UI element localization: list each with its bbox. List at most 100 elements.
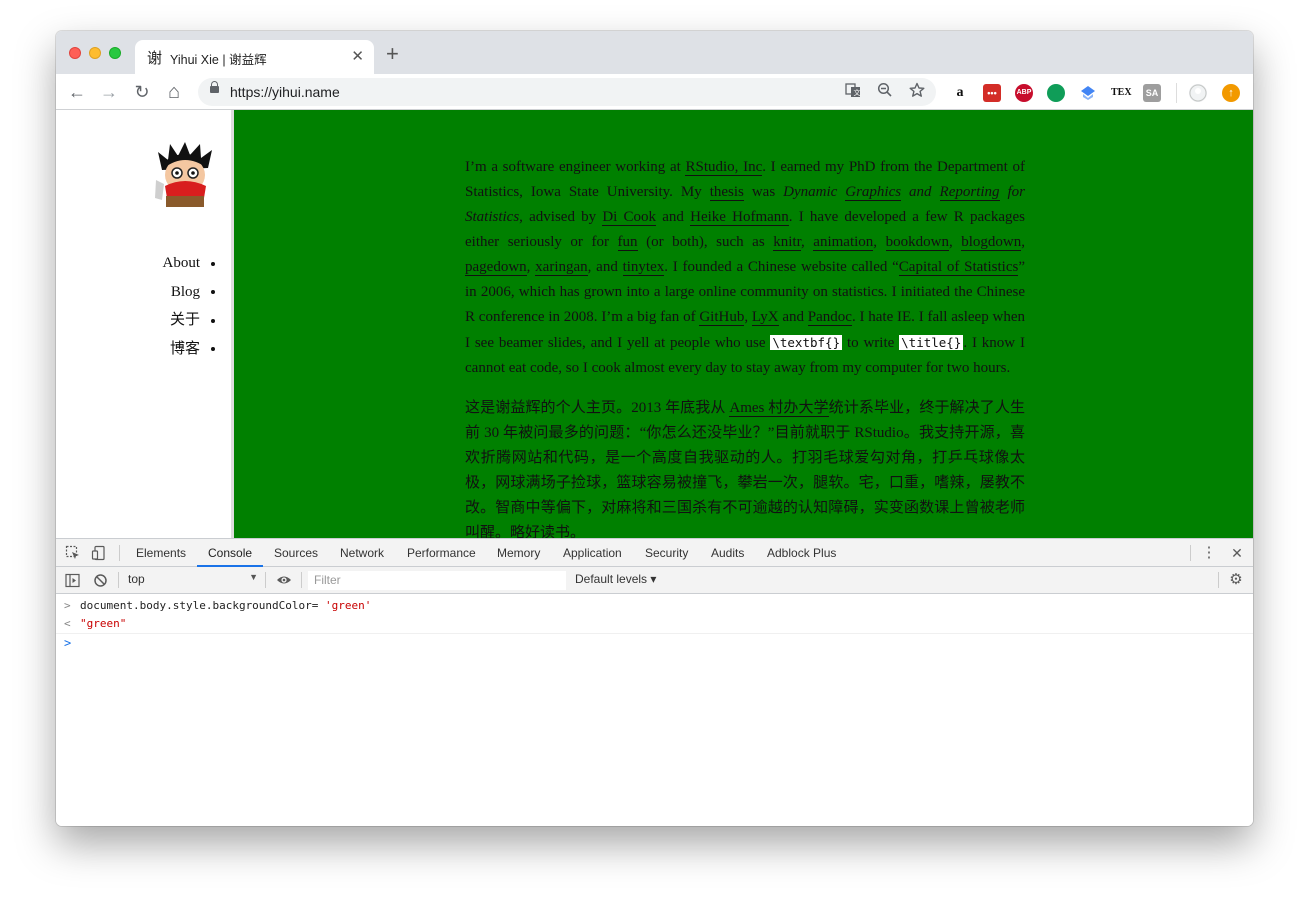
nav-item-about[interactable]: About — [163, 253, 215, 282]
tab-network[interactable]: Network — [340, 539, 384, 567]
minimize-window-button[interactable] — [89, 47, 101, 59]
zoom-out-icon[interactable] — [875, 82, 895, 102]
nav-item-about-zh[interactable]: 关于 — [163, 310, 215, 339]
toolbar-divider — [1176, 83, 1177, 103]
link-reporting[interactable]: Reporting — [939, 184, 1000, 201]
link-pandoc[interactable]: Pandoc — [807, 309, 852, 326]
back-icon[interactable]: ← — [64, 79, 90, 105]
hangouts-icon[interactable] — [1047, 84, 1065, 102]
link-blogdown[interactable]: blogdown — [961, 234, 1022, 251]
tab-application[interactable]: Application — [563, 539, 622, 567]
home-icon[interactable]: ⌂ — [161, 79, 187, 105]
close-window-button[interactable] — [69, 47, 81, 59]
lock-icon — [210, 81, 219, 93]
text: Dynamic — [783, 184, 846, 200]
site-sidebar: About Blog 关于 博客 — [56, 110, 234, 538]
address-bar[interactable]: https://yihui.name 文 — [198, 78, 936, 106]
nav-item-blog[interactable]: Blog — [163, 282, 215, 311]
separator — [265, 572, 266, 588]
tab-sources[interactable]: Sources — [274, 539, 318, 567]
site-nav: About Blog 关于 博客 — [163, 253, 215, 368]
filter-input[interactable]: Filter — [308, 571, 566, 590]
link-ames[interactable]: Ames 村办大学 — [729, 400, 829, 417]
devtools-tab-bar: Elements Console Sources Network Perform… — [56, 539, 1253, 567]
context-select[interactable]: top ▼ — [128, 572, 258, 589]
link-lyx[interactable]: LyX — [751, 309, 779, 326]
link-pagedown[interactable]: pagedown — [465, 259, 527, 276]
text: , and — [587, 259, 623, 275]
browser-window: 谢 Yihui Xie | 谢益辉 ✕ + ← → ↻ ⌂ https://yi… — [56, 31, 1253, 826]
link-bookdown[interactable]: bookdown — [885, 234, 949, 251]
new-tab-button[interactable]: + — [386, 43, 399, 65]
tab-audits[interactable]: Audits — [711, 539, 744, 567]
tab-adblock-plus[interactable]: Adblock Plus — [767, 539, 836, 567]
close-devtools-icon[interactable]: ✕ — [1229, 545, 1245, 561]
settings-gear-icon[interactable]: ⚙ — [1228, 572, 1244, 588]
eye-icon[interactable] — [276, 572, 292, 588]
reload-icon[interactable]: ↻ — [129, 79, 155, 105]
text: and — [901, 184, 940, 200]
tab-memory[interactable]: Memory — [497, 539, 540, 567]
link-fun[interactable]: fun — [617, 234, 638, 251]
lastpass-icon[interactable]: ••• — [983, 84, 1001, 102]
main-content: I’m a software engineer working at RStud… — [465, 155, 1025, 538]
nav-item-blog-zh[interactable]: 博客 — [163, 339, 215, 368]
link-heike-hofmann[interactable]: Heike Hofmann — [690, 209, 789, 226]
translate-icon[interactable]: 文 — [843, 82, 863, 102]
clear-console-icon[interactable] — [92, 573, 108, 589]
console-input-line: > document.body.style.backgroundColor= 'g… — [56, 597, 1253, 615]
profile-icon[interactable] — [1189, 84, 1207, 102]
bullet-icon — [211, 290, 215, 295]
console-prompt[interactable]: > — [56, 633, 1253, 655]
link-xaringan[interactable]: xaringan — [535, 259, 588, 276]
avatar[interactable] — [152, 140, 219, 207]
tab-security[interactable]: Security — [645, 539, 688, 567]
update-icon[interactable]: ↑ — [1222, 84, 1240, 102]
sa-icon[interactable]: SA — [1143, 84, 1161, 102]
link-github[interactable]: GitHub — [699, 309, 745, 326]
browser-tab[interactable]: 谢 Yihui Xie | 谢益辉 ✕ — [135, 40, 374, 74]
star-icon[interactable] — [907, 82, 927, 102]
zoom-window-button[interactable] — [109, 47, 121, 59]
tex-icon[interactable]: TEX — [1111, 84, 1132, 102]
separator — [301, 572, 302, 588]
link-tinytex[interactable]: tinytex — [622, 259, 665, 276]
more-options-icon[interactable]: ⋮ — [1201, 545, 1217, 561]
text: and — [656, 209, 691, 225]
extension-blue-icon[interactable] — [1079, 84, 1097, 102]
result-prefix-icon: < — [64, 617, 71, 630]
inspect-element-icon[interactable] — [65, 545, 81, 561]
device-toolbar-icon[interactable] — [91, 545, 107, 561]
tab-console[interactable]: Console — [197, 539, 264, 567]
text: was — [743, 184, 784, 200]
link-capital-of-statistics[interactable]: Capital of Statistics — [898, 259, 1019, 276]
nav-link-about-zh[interactable]: 关于 — [170, 312, 200, 328]
text: 统计系毕业，终于解决了人生前 30 年被问最多的问题：“你怎么还没毕业？”目前就… — [465, 400, 1025, 538]
dropdown-arrow-icon: ▼ — [249, 572, 258, 582]
nav-link-blog[interactable]: Blog — [171, 284, 200, 300]
close-tab-icon[interactable]: ✕ — [351, 47, 364, 65]
forward-icon[interactable]: → — [96, 79, 122, 105]
devtools-panel: Elements Console Sources Network Perform… — [56, 538, 1253, 826]
link-graphics[interactable]: Graphics — [845, 184, 902, 201]
link-rstudio[interactable]: RStudio, Inc — [685, 159, 763, 176]
url-text[interactable]: https://yihui.name — [230, 84, 340, 100]
text: , advised by — [519, 209, 603, 225]
console-code: document.body.style.backgroundColor= — [80, 599, 326, 612]
code-textbf: \textbf{} — [770, 335, 843, 350]
tab-performance[interactable]: Performance — [407, 539, 476, 567]
adblock-plus-icon[interactable]: ABP — [1015, 84, 1033, 102]
log-levels-dropdown[interactable]: Default levels ▾ — [575, 572, 656, 586]
amazon-icon[interactable]: a — [951, 84, 969, 102]
text: . I founded a Chinese website called “ — [664, 259, 899, 275]
separator — [1190, 545, 1191, 561]
tab-elements[interactable]: Elements — [136, 539, 186, 567]
link-thesis[interactable]: thesis — [709, 184, 744, 201]
nav-link-about[interactable]: About — [163, 255, 201, 271]
intro-paragraph-zh: 这是谢益辉的个人主页。2013 年底我从 Ames 村办大学统计系毕业，终于解决… — [465, 396, 1025, 538]
nav-link-blog-zh[interactable]: 博客 — [170, 341, 200, 357]
link-animation[interactable]: animation — [813, 234, 874, 251]
sidebar-toggle-icon[interactable] — [64, 573, 80, 589]
link-knitr[interactable]: knitr — [773, 234, 801, 251]
link-di-cook[interactable]: Di Cook — [602, 209, 657, 226]
